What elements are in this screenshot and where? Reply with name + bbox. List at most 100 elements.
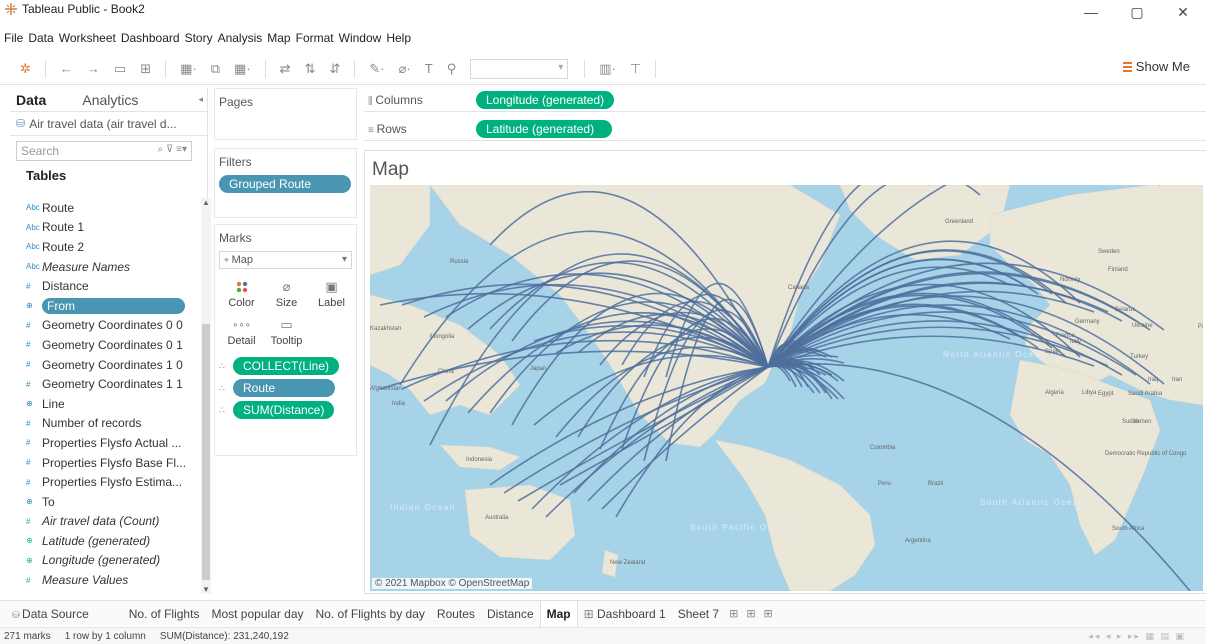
- new-datasource-icon[interactable]: ⊞: [140, 61, 151, 77]
- tab-sheet-7[interactable]: Sheet 7: [672, 601, 725, 627]
- mark-pill-route[interactable]: Route: [233, 379, 336, 397]
- columns-pill-longitude[interactable]: Longitude (generated): [476, 90, 615, 109]
- datasource-item[interactable]: ⛁ Air travel data (air travel d...: [10, 112, 207, 136]
- save-icon[interactable]: ▭: [114, 61, 126, 77]
- pane-collapse-icon[interactable]: ◂: [198, 94, 203, 105]
- sheet-nav-icons[interactable]: ◂◂ ◂ ▸ ▸▸ ▦ ▤ ▣: [1088, 631, 1186, 642]
- mark-pill-sum-distance[interactable]: SUM(Distance): [233, 401, 335, 419]
- field-item[interactable]: Abc Route: [10, 198, 198, 218]
- rows-pill-latitude[interactable]: Latitude (generated): [476, 119, 613, 138]
- show-me-button[interactable]: Show Me: [1122, 59, 1190, 74]
- menu-file[interactable]: File: [4, 31, 23, 47]
- field-item[interactable]: # Geometry Coordinates 0 1: [10, 335, 198, 355]
- field-item[interactable]: # Air travel data (Count): [10, 512, 198, 532]
- tab-routes[interactable]: Routes: [431, 601, 481, 627]
- field-item[interactable]: ⊕ Longitude (generated): [10, 551, 198, 571]
- menu-data[interactable]: Data: [28, 31, 53, 47]
- pages-card[interactable]: Pages: [214, 88, 357, 140]
- scroll-up-icon[interactable]: ▲: [201, 198, 211, 207]
- field-item[interactable]: ⊕ Line: [10, 394, 198, 414]
- field-item[interactable]: # Geometry Coordinates 1 0: [10, 355, 198, 375]
- size-button[interactable]: ⌀ Size: [264, 277, 309, 309]
- field-item[interactable]: # Properties Flysfo Base Fl...: [10, 453, 198, 473]
- minimize-button[interactable]: —: [1068, 0, 1114, 24]
- menu-format[interactable]: Format: [296, 31, 334, 47]
- redo-icon[interactable]: →: [87, 61, 100, 76]
- presentation-icon[interactable]: ⊤: [630, 61, 641, 77]
- field-item[interactable]: # Geometry Coordinates 0 0: [10, 316, 198, 336]
- show-labels-icon[interactable]: T: [425, 61, 433, 76]
- field-item[interactable]: # Distance: [10, 276, 198, 296]
- new-worksheet-tab-icon[interactable]: ⊞: [725, 607, 742, 620]
- field-item[interactable]: Abc Route 2: [10, 237, 198, 257]
- highlight-icon[interactable]: ✎·: [369, 61, 384, 77]
- tab-no-of-flights[interactable]: No. of Flights: [123, 601, 206, 627]
- tab-no-of-flights-by-day[interactable]: No. of Flights by day: [310, 601, 431, 627]
- field-list-scrollbar[interactable]: ▲ ▼: [201, 198, 211, 594]
- menu-story[interactable]: Story: [185, 31, 213, 47]
- menu-help[interactable]: Help: [386, 31, 411, 47]
- field-item[interactable]: ⊕ From: [10, 296, 198, 316]
- group-icon[interactable]: ⌀·: [399, 61, 411, 77]
- tooltip-button[interactable]: ▭ Tooltip: [264, 315, 309, 347]
- tab-data[interactable]: Data: [10, 92, 52, 108]
- menu-window[interactable]: Window: [339, 31, 382, 47]
- menu-worksheet[interactable]: Worksheet: [59, 31, 116, 47]
- place-label: Colombia: [870, 445, 896, 451]
- tab-data-source[interactable]: ⛁ Data Source: [0, 601, 95, 627]
- swap-icon[interactable]: ⇄: [280, 61, 291, 77]
- search-input[interactable]: Search ⌕ ⊽ ≡▾: [16, 141, 192, 161]
- field-item[interactable]: ⊕ To: [10, 492, 198, 512]
- new-story-tab-icon[interactable]: ⊞: [760, 607, 777, 620]
- dashboard-tab-label: Dashboard 1: [597, 606, 666, 621]
- scroll-down-icon[interactable]: ▼: [201, 585, 211, 594]
- field-name: Route 2: [42, 239, 85, 254]
- columns-shelf[interactable]: ⫼ Columns Longitude (generated): [364, 88, 1206, 112]
- field-item[interactable]: Abc Route 1: [10, 218, 198, 238]
- tab-distance[interactable]: Distance: [481, 601, 540, 627]
- field-item[interactable]: ⊕ Latitude (generated): [10, 531, 198, 551]
- mark-type-dropdown[interactable]: ⌖ Map: [219, 251, 352, 269]
- filters-card[interactable]: Filters Grouped Route: [214, 148, 357, 218]
- map-attribution[interactable]: © 2021 Mapbox © OpenStreetMap: [372, 578, 533, 589]
- pin-icon[interactable]: ⚲: [447, 61, 457, 77]
- field-item[interactable]: # Geometry Coordinates 1 1: [10, 374, 198, 394]
- clear-sheet-icon[interactable]: ▦·: [234, 61, 251, 77]
- menu-analysis[interactable]: Analysis: [218, 31, 263, 47]
- rows-shelf[interactable]: ≡ Rows Latitude (generated): [364, 117, 1206, 141]
- tab-most-popular-day[interactable]: Most popular day: [205, 601, 309, 627]
- new-dashboard-tab-icon[interactable]: ⊞: [742, 607, 759, 620]
- menu-map[interactable]: Map: [267, 31, 290, 47]
- duplicate-icon[interactable]: ⧉: [211, 61, 220, 77]
- detail-button[interactable]: ∘∘∘ Detail: [219, 315, 264, 348]
- field-item[interactable]: # Measure Values: [10, 570, 198, 590]
- fit-dropdown[interactable]: [470, 58, 569, 79]
- tab-analytics[interactable]: Analytics: [76, 92, 144, 108]
- sort-ascending-icon[interactable]: ⇅: [305, 61, 316, 77]
- field-item[interactable]: # Number of records: [10, 414, 198, 434]
- search-filter-icons[interactable]: ⌕ ⊽ ≡▾: [158, 144, 187, 155]
- tableau-icon[interactable]: ✲: [20, 61, 31, 77]
- new-worksheet-icon[interactable]: ▦·: [180, 61, 197, 77]
- show-cards-icon[interactable]: ▥·: [599, 61, 616, 77]
- menu-dashboard[interactable]: Dashboard: [121, 31, 180, 47]
- sort-descending-icon[interactable]: ⇵: [329, 61, 340, 77]
- label-button[interactable]: ▣ Label: [309, 277, 354, 309]
- tab-dashboard-1[interactable]: ⊞ Dashboard 1: [578, 601, 672, 627]
- scrollbar-thumb[interactable]: [202, 324, 210, 580]
- map-canvas[interactable]: RussiaGreenlandSwedenFinlandNorwayCanada…: [370, 185, 1203, 591]
- undo-icon[interactable]: ←: [60, 61, 73, 76]
- color-button[interactable]: Color: [219, 277, 264, 309]
- maximize-button[interactable]: ▢: [1114, 0, 1160, 24]
- mark-pill-collect-line[interactable]: COLLECT(Line): [233, 357, 340, 375]
- show-me-label: Show Me: [1135, 59, 1190, 74]
- place-label: Kazakhstan: [370, 326, 401, 332]
- field-item[interactable]: # Properties Flysfo Estima...: [10, 472, 198, 492]
- route-map[interactable]: Russia Greenland Sweden Finland Norway Canada…: [370, 185, 1203, 591]
- tab-map[interactable]: Map: [539, 600, 578, 627]
- field-item[interactable]: Abc Measure Names: [10, 257, 198, 277]
- filter-pill-grouped-route[interactable]: Grouped Route: [219, 175, 352, 193]
- close-button[interactable]: ✕: [1160, 0, 1206, 24]
- field-item[interactable]: # Properties Flysfo Actual ...: [10, 433, 198, 453]
- mark-pill-row: ∴ SUM(Distance): [215, 399, 356, 421]
